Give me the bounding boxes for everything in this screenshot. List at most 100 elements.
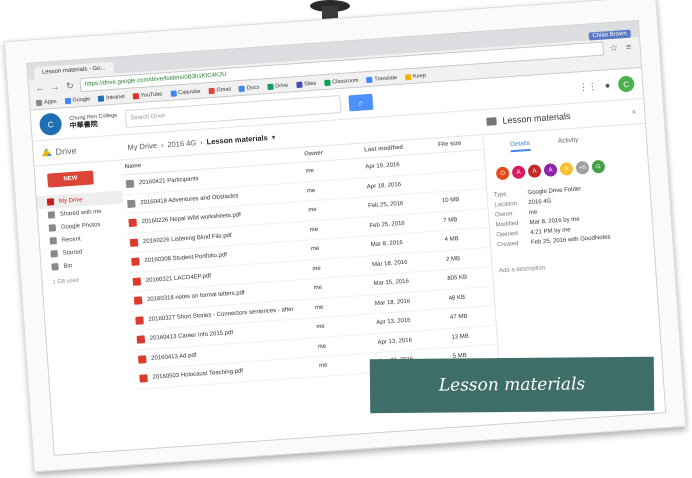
file-size: 7 MB	[443, 216, 458, 224]
column-owner[interactable]: Owner	[304, 147, 364, 157]
file-modified: Feb 25, 2016	[367, 201, 404, 210]
collaborator-avatar[interactable]: G	[591, 159, 606, 174]
star-icon[interactable]: ☆	[608, 42, 619, 54]
file-name: 20160418 Adventures and Obstacles	[140, 193, 239, 206]
folder-icon	[127, 199, 136, 208]
clock-icon	[49, 237, 58, 245]
collaborator-avatar[interactable]: A	[559, 161, 574, 176]
breadcrumb: My Drive › 2016 4G › Lesson materials ▾	[127, 132, 276, 152]
file-modified: Mar 8, 2016	[370, 240, 404, 249]
notifications-icon[interactable]: ●	[604, 80, 610, 90]
collaborator-avatar[interactable]: +5	[575, 160, 590, 175]
file-size: 13 MB	[451, 333, 469, 341]
detail-key: Owner	[494, 211, 513, 219]
bookmark[interactable]: Gmail	[208, 87, 231, 95]
tab-title: Lesson materials - Go...	[41, 65, 106, 76]
close-icon[interactable]: ×	[631, 107, 636, 116]
folder-icon	[125, 179, 135, 189]
file-modified: Mar 18, 2016	[372, 259, 408, 268]
file-modified: Mar 18, 2016	[374, 298, 411, 307]
file-name: 20160421 Participants	[138, 176, 199, 187]
detail-value: 2016 4G	[528, 198, 552, 207]
drive-brand[interactable]: Drive	[41, 142, 127, 158]
file-size: 48 KB	[448, 294, 466, 302]
file-owner: me	[313, 284, 323, 292]
bookmark[interactable]: Classroom	[324, 78, 359, 87]
file-modified: Apr 18, 2016	[366, 181, 402, 191]
detail-value: me	[528, 209, 538, 217]
breadcrumb-item[interactable]: My Drive	[127, 140, 157, 151]
file-name: 20160413 Career Info 2015.pdf	[149, 330, 234, 343]
school-logo[interactable]: C	[38, 112, 63, 137]
file-owner: me	[306, 187, 316, 195]
pdf-icon	[136, 335, 146, 345]
pdf-icon	[129, 238, 139, 247]
tab-details[interactable]: Details	[509, 139, 531, 153]
file-name: 20160413 Ad.pdf	[151, 352, 197, 362]
pdf-icon	[132, 277, 142, 286]
drive-logo-icon	[41, 148, 52, 158]
file-owner: me	[305, 168, 315, 175]
breadcrumb-item[interactable]: 2016 4G	[167, 138, 196, 149]
collaborator-avatar[interactable]: A	[511, 165, 526, 180]
pdf-icon	[137, 354, 147, 364]
people-icon	[47, 211, 56, 219]
bookmark[interactable]: Keep	[404, 73, 426, 81]
caption-label: Lesson materials	[369, 356, 655, 414]
file-owner: me	[316, 323, 325, 331]
file-owner: me	[310, 246, 320, 253]
apps-grid-icon[interactable]: ⋮⋮	[579, 81, 598, 93]
bookmark[interactable]: Sites	[295, 81, 317, 89]
photos-icon	[48, 224, 57, 232]
column-modified[interactable]: Last modified	[364, 142, 438, 154]
bookmark[interactable]: Translate	[366, 75, 397, 84]
search-icon[interactable]: ⌕	[348, 93, 374, 112]
pdf-icon	[133, 296, 143, 306]
avatar[interactable]: C	[617, 75, 635, 93]
file-size	[441, 179, 481, 182]
file-size: 10 MB	[441, 197, 460, 205]
details-header: Lesson materials ×	[486, 106, 636, 126]
pdf-icon	[128, 218, 137, 228]
trash-icon	[51, 263, 59, 271]
file-modified: Apr 19, 2016	[365, 162, 400, 171]
description-field[interactable]: Add a description	[499, 258, 649, 274]
tab-activity[interactable]: Activity	[558, 136, 579, 148]
bookmark[interactable]: YouTube	[132, 91, 163, 100]
collaborator-avatar[interactable]: O	[495, 166, 510, 181]
pdf-icon	[135, 316, 144, 325]
chevron-down-icon[interactable]: ▾	[271, 132, 275, 141]
file-size: 805 KB	[447, 274, 468, 283]
forward-icon[interactable]: →	[50, 82, 61, 93]
file-size: 47 MB	[449, 313, 468, 322]
bookmark[interactable]: Calendar	[170, 89, 201, 97]
file-owner: me	[312, 265, 321, 273]
file-size: 4 MB	[444, 236, 459, 244]
menu-icon[interactable]: ≡	[623, 41, 634, 52]
collaborator-avatar[interactable]: A	[527, 164, 542, 179]
file-name: 20160503 Holocaust Teaching.pdf	[152, 368, 244, 382]
reload-icon[interactable]: ↻	[65, 80, 76, 92]
new-button[interactable]: NEW	[47, 170, 94, 188]
detail-key: Created	[496, 240, 519, 249]
bookmark[interactable]: Docs	[238, 85, 260, 93]
details-title: Lesson materials	[502, 111, 571, 126]
folder-icon	[486, 117, 497, 126]
bookmark[interactable]: Google	[64, 96, 90, 105]
file-owner: me	[317, 343, 327, 350]
file-owner: me	[308, 207, 317, 214]
bookmark[interactable]: Apps	[35, 99, 57, 107]
file-name: 20160226 Listening Blind File.pdf	[142, 232, 232, 245]
detail-value: Feb 25, 2016 with GoodNotes	[530, 234, 611, 247]
file-size	[439, 160, 479, 163]
collaborator-avatar[interactable]: A	[543, 163, 558, 177]
file-modified: Mar 15, 2016	[373, 278, 410, 288]
column-size[interactable]: File size	[438, 140, 478, 149]
back-icon[interactable]: ←	[35, 83, 46, 94]
bookmark[interactable]: Drive	[267, 83, 288, 91]
bookmark[interactable]: Intranet	[98, 94, 125, 102]
file-modified: Apr 13, 2016	[376, 317, 411, 327]
pdf-icon	[131, 257, 140, 267]
detail-key: Type	[493, 191, 507, 199]
breadcrumb-current[interactable]: Lesson materials	[206, 133, 268, 146]
